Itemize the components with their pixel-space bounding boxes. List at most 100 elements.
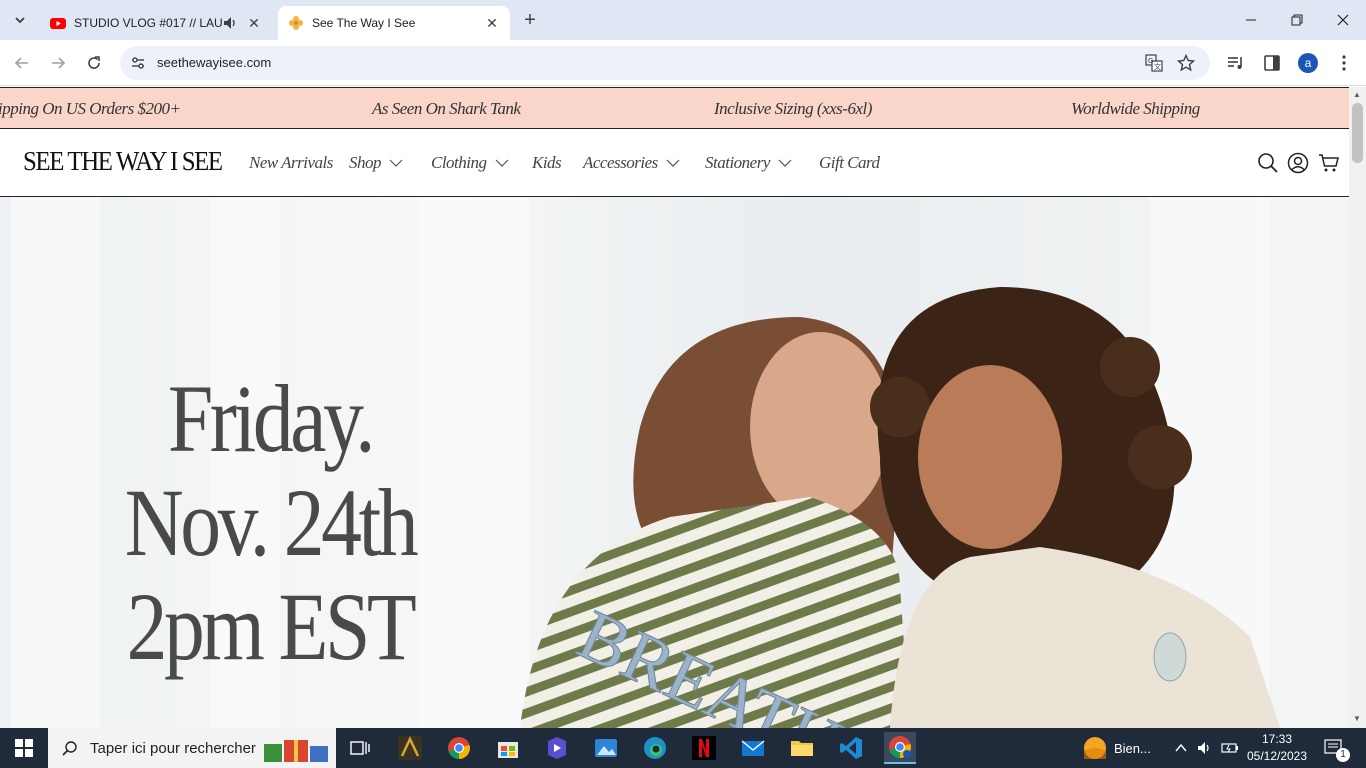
nav-shop[interactable]: Shop [349,153,403,173]
clock-time: 17:33 [1261,732,1293,746]
hero-line-day: Friday. [167,365,376,472]
cart-button[interactable] [1317,151,1341,175]
nav-kids[interactable]: Kids [532,153,562,173]
search-icon [1258,153,1278,173]
site-header: SEE THE WAY I SEE New Arrivals Shop Clot… [0,129,1349,197]
task-view-button[interactable] [344,732,376,764]
nav-label: Accessories [583,153,658,172]
nav-stationery[interactable]: Stationery [705,153,792,173]
announcement-item: Inclusive Sizing (xxs-6xl) [714,99,872,118]
announcement-bar: ipping On US Orders $200+ As Seen On Sha… [0,87,1349,129]
svg-text:G: G [1148,57,1153,65]
windows-logo-icon [15,739,33,757]
show-hidden-icons[interactable] [1175,728,1187,768]
new-tab-button[interactable]: + [518,8,542,32]
translate-icon: G文 [1145,54,1163,72]
account-button[interactable] [1286,151,1310,175]
chevron-up-icon [1175,743,1187,752]
nav-label: Kids [532,153,562,172]
announcement-item: As Seen On Shark Tank [372,99,521,118]
speaker-icon[interactable] [222,15,238,31]
app-netflix-button[interactable] [688,732,720,764]
scroll-down-icon[interactable]: ▼ [1353,714,1361,723]
tab-title: See The Way I See [312,16,416,30]
url-text[interactable]: seethewayisee.com [157,55,271,70]
app-video-editor-button[interactable] [541,732,573,764]
arrow-right-icon [52,57,66,69]
search-placeholder: Taper ici pour rechercher [90,739,256,757]
nav-label: Clothing [431,153,487,172]
volume-button[interactable] [1197,728,1213,768]
edge-icon [644,737,666,759]
hero-line-date: Nov. 24th [124,469,419,576]
battery-button[interactable] [1221,728,1239,768]
minimize-button[interactable] [1228,0,1274,40]
webpage: ipping On US Orders $200+ As Seen On Sha… [0,87,1349,728]
chrome-menu-button[interactable] [1333,52,1355,74]
star-icon [1177,54,1195,72]
scroll-up-icon[interactable]: ▲ [1353,90,1361,99]
tab-search-button[interactable] [8,8,32,32]
tab-youtube[interactable]: STUDIO VLOG #017 // LAUN ✕ [40,6,272,40]
chrome-icon [448,737,470,759]
translate-button[interactable]: G文 [1144,53,1164,73]
app-mail-button[interactable] [737,732,769,764]
volume-icon [1198,742,1209,754]
flower-favicon-icon [289,16,303,30]
profile-avatar[interactable]: a [1298,53,1318,73]
tab-title: STUDIO VLOG #017 // LAUN [74,16,222,30]
app-chrome-button[interactable] [443,732,475,764]
app-store-button[interactable] [492,732,524,764]
taskbar-search[interactable]: Taper ici pour rechercher [48,728,336,768]
site-info-button[interactable] [128,53,148,73]
close-tab-icon[interactable]: ✕ [484,15,500,31]
app-file-explorer-button[interactable] [786,732,818,764]
playlist-icon [1228,57,1242,69]
media-controls-button[interactable] [1225,52,1247,74]
notification-count: 1 [1336,748,1350,762]
nav-accessories[interactable]: Accessories [583,153,680,173]
app-photos-button[interactable] [590,732,622,764]
close-window-button[interactable] [1320,0,1366,40]
system-clock[interactable]: 17:33 05/12/2023 [1238,731,1316,765]
app-chrome-profile-button[interactable] [884,732,916,764]
video-editor-icon [548,737,566,759]
chrome-icon [889,736,911,758]
weather-sun-icon [1084,737,1106,759]
start-button[interactable] [0,728,48,768]
tune-icon [132,57,144,69]
restore-button[interactable] [1274,0,1320,40]
task-view-icon [350,741,370,755]
site-logo[interactable]: SEE THE WAY I SEE [23,146,223,177]
search-button[interactable] [1256,151,1280,175]
page-scrollbar[interactable]: ▲ ▼ [1349,87,1366,728]
reload-button[interactable] [82,51,106,75]
nav-label: New Arrivals [249,153,333,172]
svg-text:文: 文 [1154,62,1161,71]
app-vscode-button[interactable] [835,732,867,764]
archicad-icon [398,736,422,760]
app-archicad-button[interactable] [394,732,426,764]
app-edge-button[interactable] [639,732,671,764]
nav-new-arrivals[interactable]: New Arrivals [249,153,333,173]
clock-date: 05/12/2023 [1246,749,1308,763]
hero-photo: BREATHE [520,287,1280,728]
tab-see-the-way-i-see[interactable]: See The Way I See ✕ [278,6,510,40]
back-button[interactable] [10,51,34,75]
address-bar[interactable]: seethewayisee.com G文 [120,46,1210,80]
side-panel-button[interactable] [1261,52,1283,74]
browser-toolbar: seethewayisee.com G文 [0,40,1366,86]
store-icon [498,742,518,758]
bookmark-button[interactable] [1176,53,1196,73]
chevron-down-icon [778,159,792,167]
weather-widget[interactable]: Bien... [1082,728,1151,768]
forward-button[interactable] [46,51,70,75]
user-icon [1287,152,1309,174]
nav-clothing[interactable]: Clothing [431,153,509,173]
scroll-thumb[interactable] [1352,103,1363,163]
notification-center-button[interactable]: 1 [1324,728,1350,768]
hero-banner[interactable]: BREATHE Friday. Nov. 24th 2pm EST [0,197,1349,728]
nav-gift-card[interactable]: Gift Card [819,153,880,173]
close-tab-icon[interactable]: ✕ [246,15,262,31]
side-panel-icon [1264,55,1280,71]
